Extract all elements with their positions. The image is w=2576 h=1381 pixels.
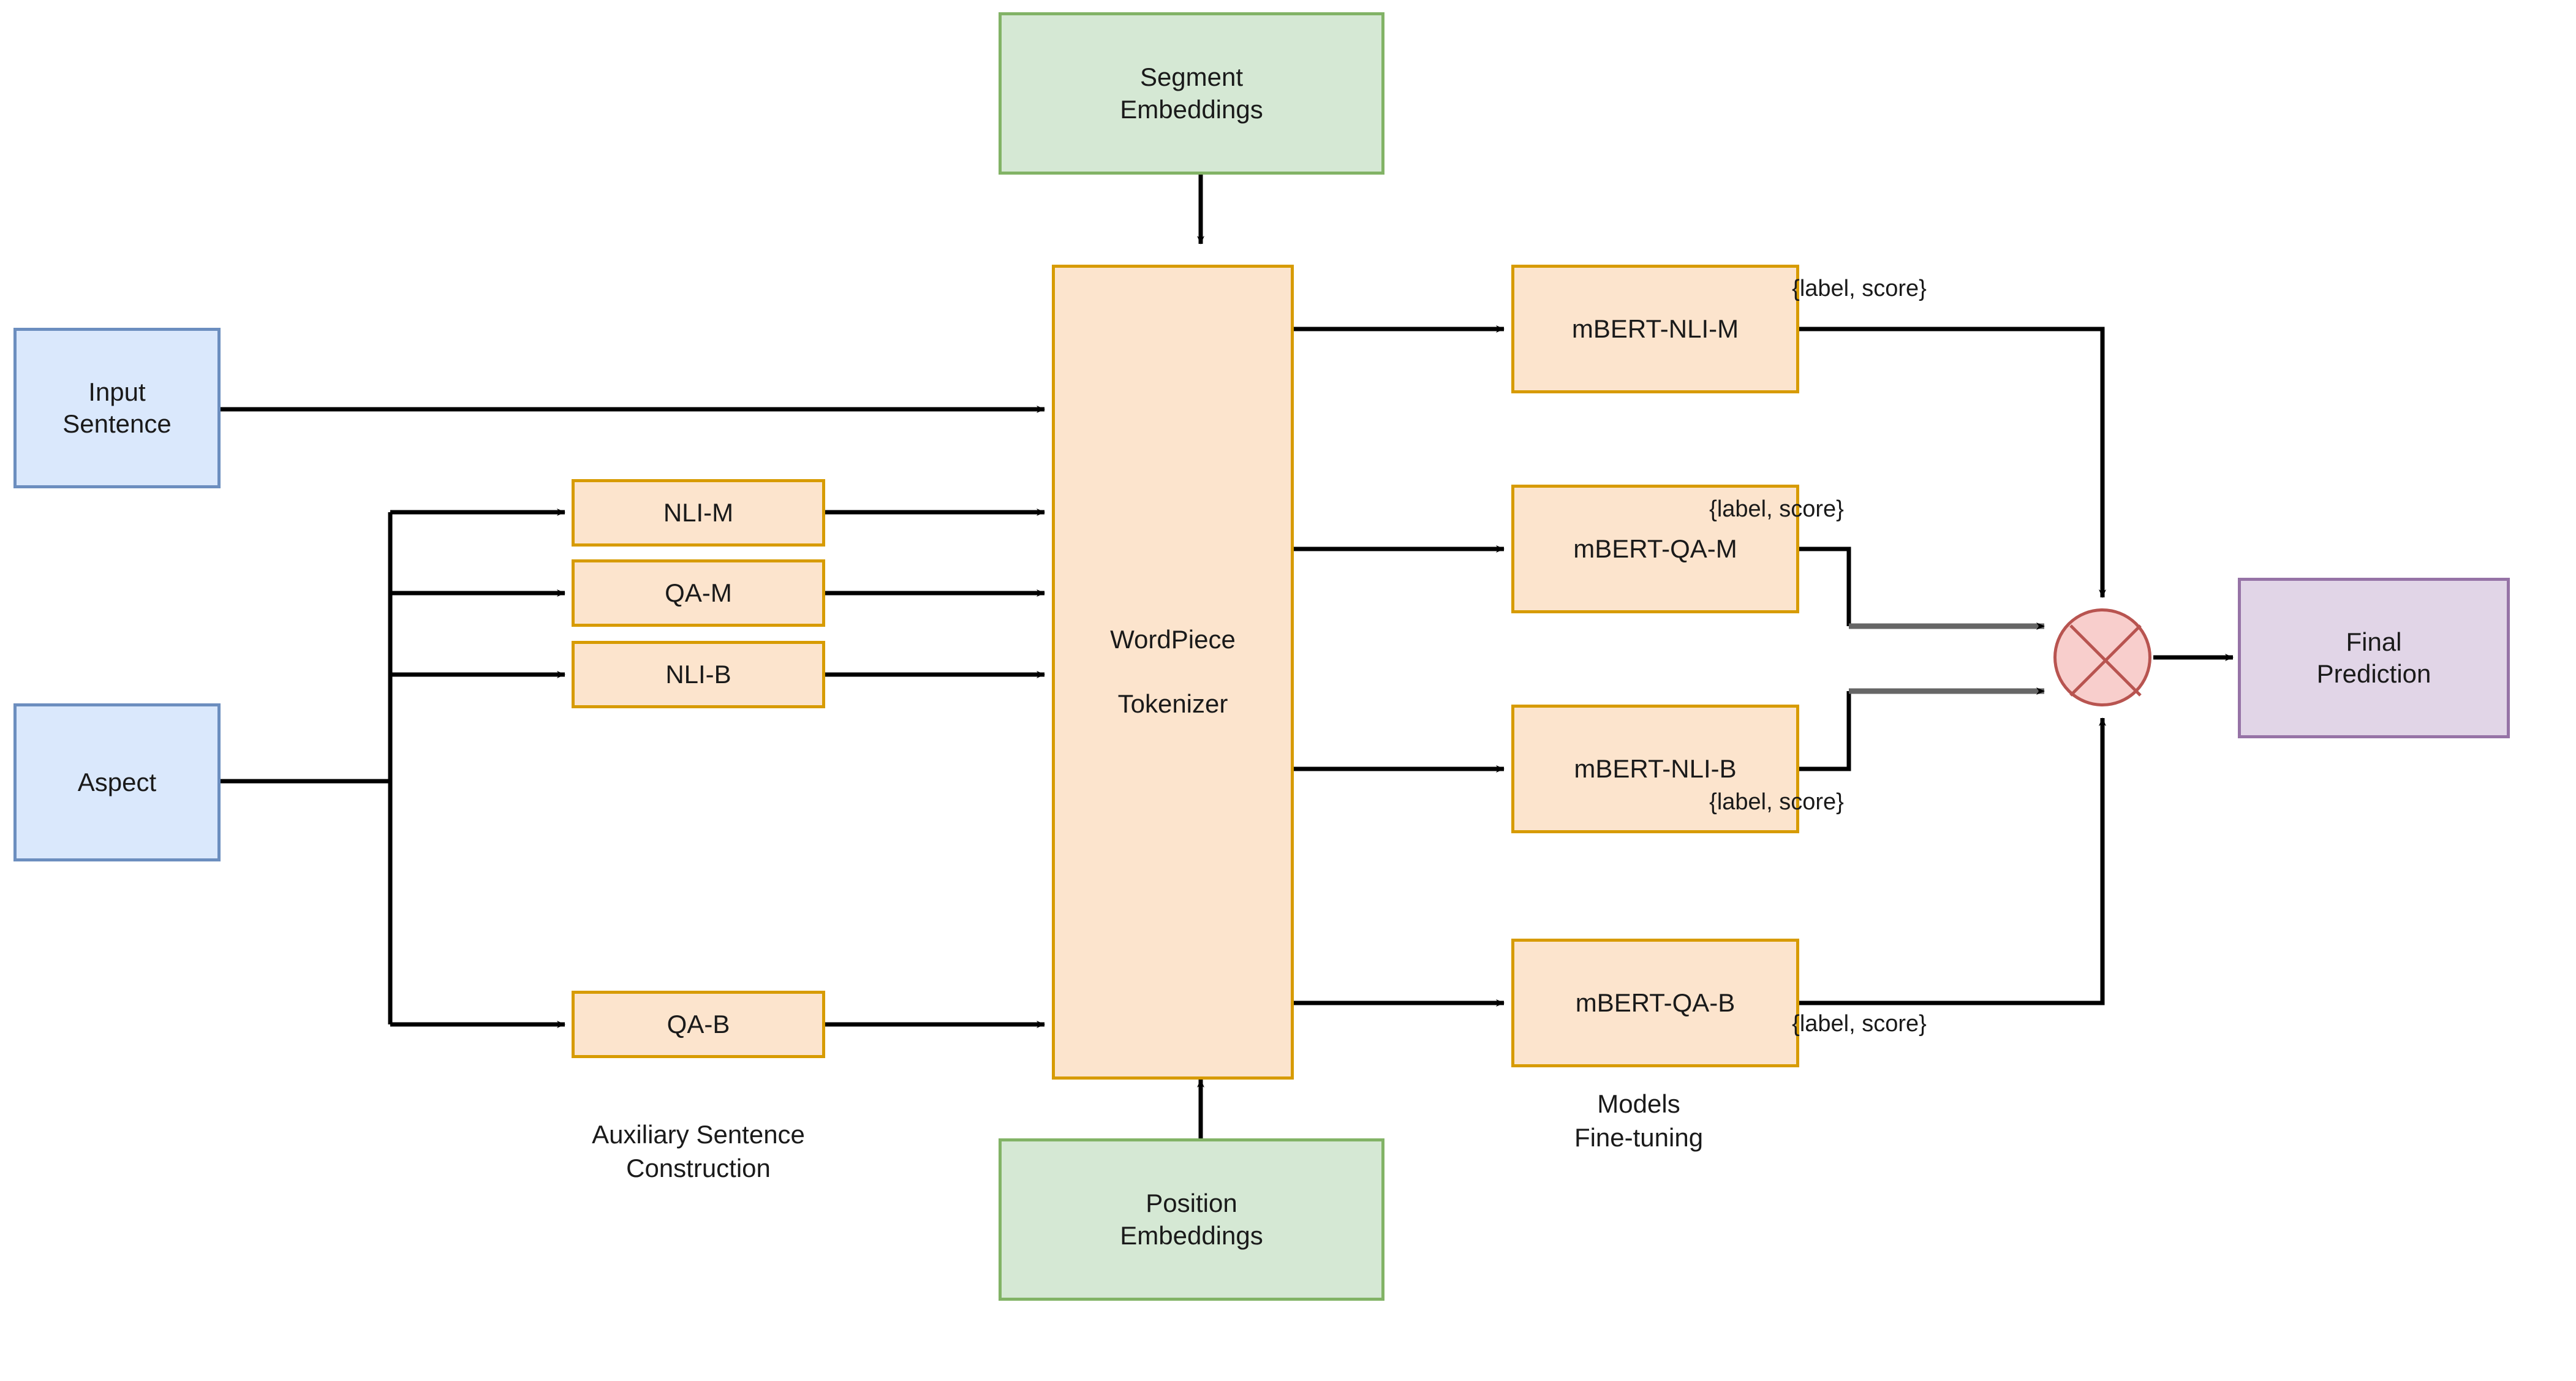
- segment-embeddings-node[interactable]: Segment Embeddings: [999, 12, 1384, 175]
- position-embeddings-node[interactable]: Position Embeddings: [999, 1138, 1384, 1301]
- aux-node-nli-m[interactable]: NLI-M: [572, 479, 825, 547]
- edge-label-qa-b: {label, score}: [1792, 1011, 1927, 1037]
- merge-cross-circle-icon[interactable]: [2053, 608, 2151, 706]
- input-sentence-node[interactable]: Input Sentence: [13, 328, 221, 488]
- aspect-node[interactable]: Aspect: [13, 703, 221, 861]
- aux-node-qa-b[interactable]: QA-B: [572, 991, 825, 1058]
- edge-label-nli-b: {label, score}: [1709, 789, 1844, 815]
- wordpiece-tokenizer-node[interactable]: WordPiece Tokenizer: [1052, 265, 1294, 1080]
- cross-glyph-icon: [2069, 624, 2142, 697]
- model-node-mbert-qa-b[interactable]: mBERT-QA-B: [1511, 939, 1799, 1067]
- edge-label-nli-m: {label, score}: [1792, 276, 1927, 301]
- edge-label-qa-m: {label, score}: [1709, 496, 1844, 522]
- aux-node-nli-b[interactable]: NLI-B: [572, 641, 825, 708]
- aux-node-qa-m[interactable]: QA-M: [572, 559, 825, 627]
- auxiliary-construction-caption: Auxiliary Sentence Construction: [592, 1120, 805, 1182]
- model-node-mbert-nli-m[interactable]: mBERT-NLI-M: [1511, 265, 1799, 393]
- diagram-canvas: Input Sentence Aspect Segment Embeddings…: [0, 0, 2576, 1381]
- models-finetuning-caption: Models Fine-tuning: [1574, 1089, 1704, 1152]
- final-prediction-node[interactable]: Final Prediction: [2238, 578, 2510, 738]
